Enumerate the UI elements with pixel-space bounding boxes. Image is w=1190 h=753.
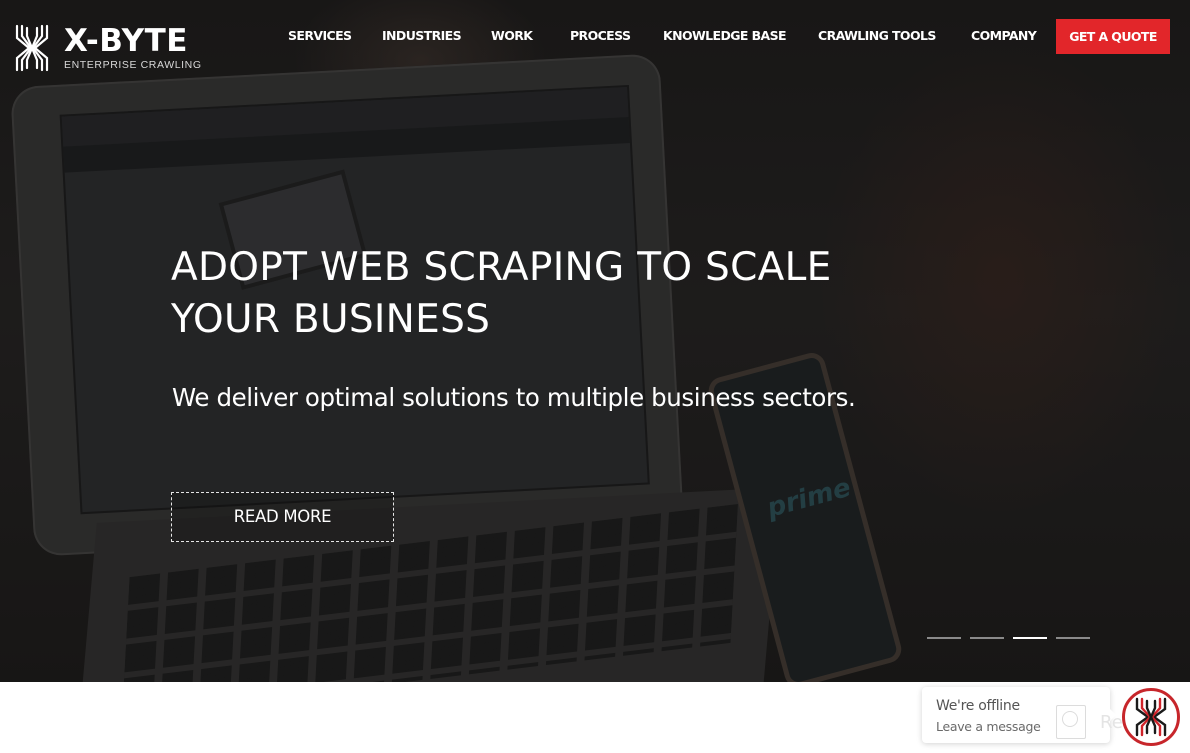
- slider-dot[interactable]: [927, 637, 961, 639]
- nav-item-industries[interactable]: INDUSTRIES: [382, 28, 462, 43]
- hero-title: ADOPT WEB SCRAPING TO SCALE YOUR BUSINES…: [171, 242, 931, 346]
- hero-section: prime X-BYTE ENTERPRISE CRAWLING SERVICE…: [0, 0, 1190, 682]
- nav-item-company[interactable]: COMPANY: [971, 28, 1037, 43]
- main-nav: SERVICES INDUSTRIES WORK PROCESS KNOWLED…: [0, 19, 1190, 54]
- hero-title-line-1: ADOPT WEB SCRAPING TO SCALE: [171, 245, 832, 290]
- nav-item-work[interactable]: WORK: [491, 28, 533, 43]
- revain-logo-icon: [1056, 705, 1086, 739]
- hero-subtitle: We deliver optimal solutions to multiple…: [172, 383, 856, 412]
- nav-item-services[interactable]: SERVICES: [288, 28, 352, 43]
- slider-dot-active[interactable]: [1013, 637, 1047, 639]
- read-more-button[interactable]: READ MORE: [171, 492, 394, 542]
- slider-pagination: [927, 637, 1090, 639]
- nav-item-crawling-tools[interactable]: CRAWLING TOOLS: [818, 28, 936, 43]
- hero-title-line-2: YOUR BUSINESS: [171, 297, 491, 342]
- get-a-quote-button[interactable]: GET A QUOTE: [1056, 19, 1170, 54]
- chat-avatar-button[interactable]: [1122, 688, 1180, 746]
- slider-dot[interactable]: [970, 637, 1004, 639]
- x-byte-avatar-icon: [1135, 697, 1167, 737]
- nav-item-process[interactable]: PROCESS: [570, 28, 631, 43]
- chat-status: We're offline: [936, 698, 1020, 714]
- brand-tagline: ENTERPRISE CRAWLING: [64, 59, 202, 71]
- chat-leave-message: Leave a message: [936, 719, 1041, 734]
- slider-dot[interactable]: [1056, 637, 1090, 639]
- nav-item-knowledge-base[interactable]: KNOWLEDGE BASE: [663, 28, 787, 43]
